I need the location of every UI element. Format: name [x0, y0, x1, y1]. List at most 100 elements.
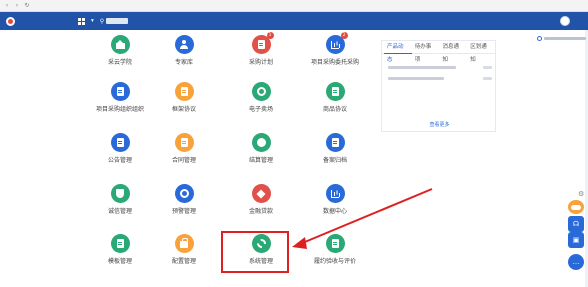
switch-label [544, 37, 586, 40]
list-item[interactable] [388, 63, 492, 71]
tile-label: 框架协议 [171, 106, 196, 113]
box-icon [251, 184, 271, 203]
avatar[interactable] [560, 16, 570, 26]
tile-label: 项目采购组织组织 [95, 106, 144, 113]
tile-glyph [179, 189, 189, 198]
tile-glyph [116, 87, 124, 96]
tile-11[interactable]: 备案归档 [296, 133, 374, 177]
tile-10[interactable]: 结算管理 [222, 133, 300, 177]
tab-product-news[interactable]: 产品动态 [384, 41, 412, 63]
tab-messages[interactable]: 消息通知 [440, 41, 468, 63]
grid-icon [78, 17, 85, 25]
notice-time [483, 65, 492, 69]
tile-label: 结算管理 [248, 157, 273, 164]
tile-2[interactable]: 1 采购计划 [222, 32, 300, 79]
chevron-down-icon: ▾ [91, 18, 94, 24]
doc-icon [110, 234, 130, 253]
browser-toolbar: ‹ › ↻ [0, 0, 588, 12]
tile-glyph [331, 40, 339, 49]
switch-workbench-link[interactable] [537, 35, 587, 42]
app-header: ▾ ⚲ [0, 12, 588, 30]
gear-icon[interactable]: ⚙ [578, 190, 584, 198]
tile-label: 电子卖场 [248, 106, 273, 113]
back-icon[interactable]: ‹ [4, 2, 10, 9]
tile-label: 预警管理 [171, 208, 196, 215]
tile-glyph [256, 87, 266, 96]
location-pin-icon[interactable]: ⚲ [100, 18, 104, 25]
tile-glyph [256, 138, 266, 147]
view-more-link[interactable]: 查看更多 [382, 121, 497, 128]
doc-icon [110, 133, 130, 152]
tile-label: 模板管理 [107, 258, 132, 265]
highlight-box [221, 231, 289, 273]
person-icon [174, 35, 194, 54]
switch-icon [537, 36, 542, 41]
notice-card: 产品动态 待办事项 消息通知 区划通知 查看更多 [381, 40, 496, 132]
assistant-mascot-icon[interactable] [568, 200, 584, 214]
doc-icon [174, 82, 194, 101]
tile-glyph [180, 87, 188, 96]
list-item[interactable] [388, 74, 492, 82]
tile-glyph [331, 87, 339, 96]
tile-17[interactable]: 配置管理 [145, 234, 223, 278]
header-actions [500, 12, 588, 30]
notice-title [388, 65, 456, 69]
count-badge: 1 [266, 32, 274, 39]
doc-icon [325, 234, 345, 253]
tile-14[interactable]: 金融贷款 [222, 184, 300, 228]
tile-19[interactable]: 履约验收与评价 [296, 234, 374, 278]
reload-icon[interactable]: ↻ [24, 2, 30, 9]
doc-icon [325, 82, 345, 101]
tab-todo[interactable]: 待办事项 [412, 41, 440, 63]
tile-label: 采购计划 [248, 59, 273, 66]
tile-label: 商品协议 [322, 106, 347, 113]
app-center-menu[interactable]: ▾ [78, 17, 94, 25]
tab-region-notices[interactable]: 区划通知 [467, 41, 495, 63]
tile-label: 采云学院 [107, 59, 132, 66]
notice-time [483, 76, 492, 80]
tile-label: 配置管理 [171, 258, 196, 265]
shield-icon [110, 184, 130, 203]
bag-icon [174, 234, 194, 253]
forward-icon[interactable]: › [14, 2, 20, 9]
tile-glyph [116, 239, 124, 248]
tile-label: 金融贷款 [248, 208, 273, 215]
tile-glyph [257, 40, 265, 49]
tile-glyph [180, 138, 188, 147]
tile-label: 诚信管理 [107, 208, 132, 215]
tile-label: 合同管理 [171, 157, 196, 164]
tile-glyph [331, 189, 339, 198]
circle-icon [174, 184, 194, 203]
chat-icon[interactable]: … [568, 254, 584, 270]
tile-glyph [180, 40, 189, 49]
tile-glyph [116, 138, 124, 147]
tile-9[interactable]: 合同管理 [145, 133, 223, 177]
count-badge: 2 [340, 32, 348, 39]
tile-label: 项目采购委托采购 [310, 59, 359, 66]
tile-15[interactable]: 数据中心 [296, 184, 374, 228]
notice-tabs: 产品动态 待办事项 消息通知 区划通知 [382, 41, 495, 63]
headset-icon[interactable]: ☊ [568, 216, 584, 232]
doc-icon [325, 133, 345, 152]
brand[interactable] [0, 16, 70, 26]
chart-icon [325, 184, 345, 203]
tile-glyph [256, 188, 266, 199]
tile-glyph [331, 239, 339, 248]
tile-5[interactable]: 框架协议 [145, 82, 223, 126]
tile-7[interactable]: 商品协议 [296, 82, 374, 126]
tile-label: 公告管理 [107, 157, 132, 164]
coin-icon [251, 133, 271, 152]
region-selector[interactable] [106, 18, 129, 24]
house-icon [110, 35, 130, 54]
tile-label: 备案归档 [322, 157, 347, 164]
tile-6[interactable]: 电子卖场 [222, 82, 300, 126]
tile-3[interactable]: 2 项目采购委托采购 [296, 32, 374, 79]
doc-icon [174, 133, 194, 152]
tile-label: 专家库 [174, 59, 193, 66]
image-icon[interactable]: ▣ [568, 232, 584, 248]
tile-1[interactable]: 专家库 [145, 35, 223, 79]
tile-glyph [115, 40, 125, 49]
tile-13[interactable]: 预警管理 [145, 184, 223, 228]
doc-icon: 1 [251, 32, 274, 54]
tile-glyph [116, 189, 124, 198]
